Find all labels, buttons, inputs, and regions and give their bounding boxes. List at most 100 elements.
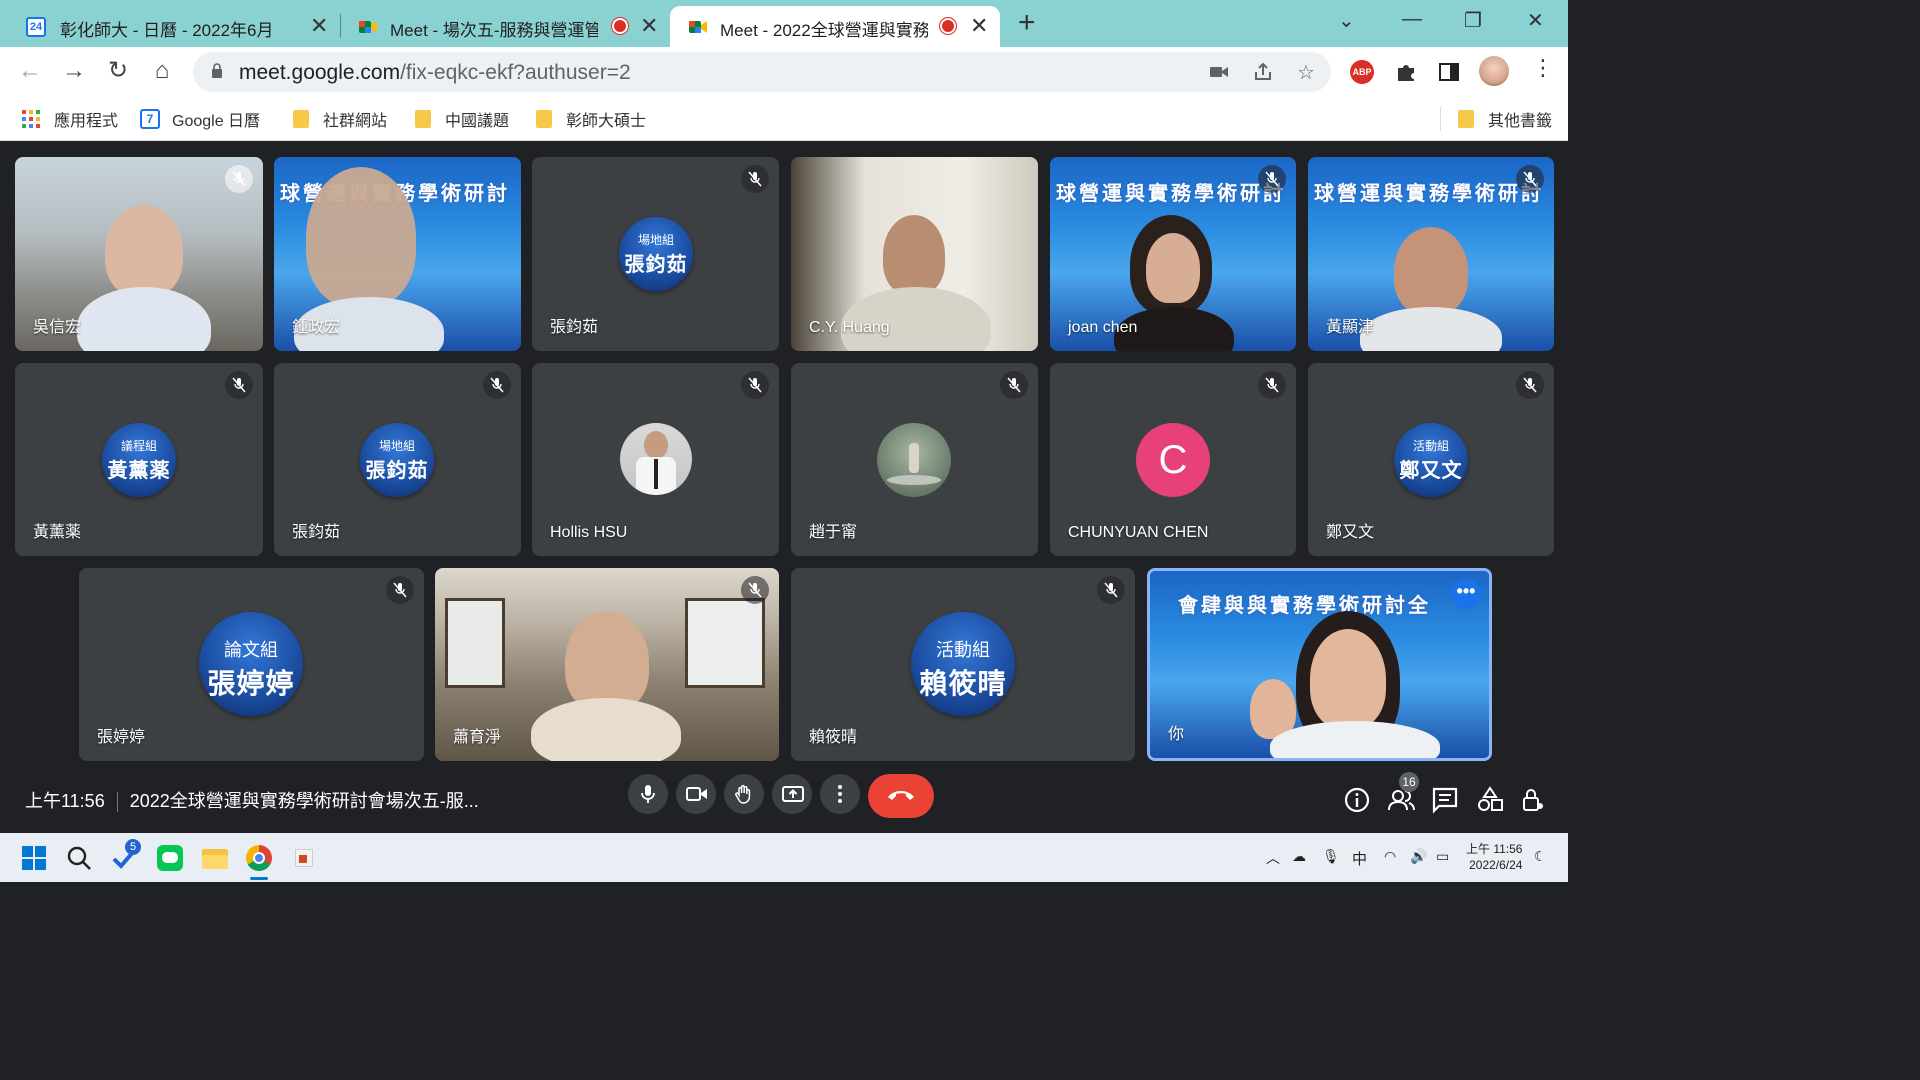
- participant-name: 賴筱晴: [809, 729, 858, 746]
- muted-mic-icon: [1000, 371, 1028, 399]
- raise-hand-button[interactable]: [724, 774, 764, 814]
- avatar-name: 賴筱晴: [919, 668, 1007, 699]
- participant-figure: [1310, 629, 1386, 729]
- address-bar[interactable]: meet.google.com/fix-eqkc-ekf?authuser=2 …: [193, 52, 1331, 92]
- activities-icon[interactable]: [1476, 786, 1504, 814]
- participant-name: 張鈞茹: [292, 524, 341, 541]
- close-tab-icon[interactable]: ✕: [310, 13, 328, 39]
- participant-tile[interactable]: 場地組 張鈞茹 張鈞茹: [274, 363, 521, 556]
- tab-calendar[interactable]: 24 彰化師大 - 日曆 - 2022年6月 ✕: [0, 6, 340, 47]
- participant-tile[interactable]: 蕭育淨: [435, 568, 779, 761]
- bookmark-label: Google 日曆: [172, 113, 261, 130]
- bookmark-apps[interactable]: 應用程式: [22, 107, 118, 131]
- calendar-icon: 7: [140, 109, 160, 129]
- participant-figure: [883, 215, 945, 295]
- camera-permission-icon[interactable]: [1207, 60, 1231, 84]
- tab-title: 彰化師大 - 日曆 - 2022年6月: [60, 21, 274, 40]
- microphone-button[interactable]: [628, 774, 668, 814]
- participant-tile[interactable]: 趙于甯: [791, 363, 1038, 556]
- input-method-indicator[interactable]: 中: [1352, 848, 1367, 869]
- chrome-menu-icon[interactable]: ⋮: [1532, 55, 1554, 81]
- chat-icon[interactable]: [1431, 786, 1459, 814]
- meet-icon: [359, 21, 377, 33]
- tab-meet-session5[interactable]: Meet - 場次五-服務與營運管 ✕: [330, 6, 670, 47]
- powerpoint-icon[interactable]: [291, 845, 317, 871]
- more-options-button[interactable]: [820, 774, 860, 814]
- participant-figure: [531, 698, 681, 761]
- meeting-title: 2022全球營運與實務學術研討會場次五-服...: [129, 791, 479, 811]
- new-tab-button[interactable]: +: [1018, 8, 1036, 38]
- side-panel-icon[interactable]: [1437, 60, 1461, 84]
- participant-name: C.Y. Huang: [809, 319, 890, 336]
- home-button[interactable]: ⌂: [147, 57, 177, 87]
- participant-name: 張鈞茹: [550, 319, 599, 336]
- profile-avatar[interactable]: [1479, 56, 1509, 86]
- muted-mic-icon: [225, 165, 253, 193]
- present-screen-button[interactable]: [772, 774, 812, 814]
- wifi-icon[interactable]: ◠: [1384, 848, 1396, 865]
- minimize-button[interactable]: —: [1402, 8, 1422, 31]
- participant-name: Hollis HSU: [550, 524, 628, 541]
- participant-tile[interactable]: Hollis HSU: [532, 363, 779, 556]
- microphone-tray-icon[interactable]: 🎙: [1322, 848, 1340, 865]
- participant-tile[interactable]: 球營運與實務學術研討 鍾政宏: [274, 157, 521, 351]
- avatar: [620, 423, 692, 495]
- participant-tile[interactable]: 球營運與實務學術研討 joan chen: [1050, 157, 1296, 351]
- muted-mic-icon: [483, 371, 511, 399]
- windows-start-icon[interactable]: [21, 845, 47, 871]
- participant-tile[interactable]: 活動組 鄭又文 鄭又文: [1308, 363, 1554, 556]
- volume-icon[interactable]: 🔊: [1410, 848, 1427, 865]
- bookmark-folder-china[interactable]: 中國議題: [415, 107, 509, 131]
- avatar: 場地組 張鈞茹: [619, 217, 693, 291]
- tab-search-chevron-icon[interactable]: ⌄: [1338, 8, 1355, 33]
- participant-tile[interactable]: 議程組 黃薰薬 黃薰薬: [15, 363, 263, 556]
- more-options-button[interactable]: •••: [1451, 579, 1481, 609]
- host-controls-icon[interactable]: [1518, 786, 1546, 814]
- tab-meet-conference[interactable]: Meet - 2022全球營運與實務 ✕: [670, 6, 1000, 47]
- participant-tile[interactable]: C.Y. Huang: [791, 157, 1038, 351]
- show-hidden-icons[interactable]: ︿: [1266, 848, 1280, 868]
- bookmark-google-calendar[interactable]: 7 Google 日曆: [140, 107, 260, 131]
- participant-tile[interactable]: 場地組 張鈞茹 張鈞茹: [532, 157, 779, 351]
- active-app-indicator: [250, 877, 268, 880]
- browser-toolbar: ← → ↻ ⌂ meet.google.com/fix-eqkc-ekf?aut…: [0, 47, 1568, 97]
- bookmark-folder-masters[interactable]: 彰師大碩士: [536, 107, 646, 131]
- maximize-button[interactable]: ❐: [1464, 8, 1482, 33]
- avatar-name: 黃薰薬: [107, 460, 171, 482]
- adblock-extension-icon[interactable]: ABP: [1350, 60, 1374, 84]
- leave-call-button[interactable]: [868, 774, 934, 818]
- share-icon[interactable]: [1251, 60, 1275, 84]
- participant-tile[interactable]: 活動組 賴筱晴 賴筱晴: [791, 568, 1135, 761]
- bookmark-star-icon[interactable]: ☆: [1294, 60, 1318, 84]
- file-explorer-icon[interactable]: [202, 845, 228, 871]
- bookmark-other[interactable]: 其他書籤: [1458, 107, 1552, 131]
- battery-icon[interactable]: ▭: [1436, 848, 1449, 865]
- participant-tile[interactable]: 球營運與實務學術研討 黃顯津: [1308, 157, 1554, 351]
- extensions-puzzle-icon[interactable]: [1394, 60, 1418, 84]
- close-tab-icon[interactable]: ✕: [640, 13, 658, 39]
- camera-button[interactable]: [676, 774, 716, 814]
- bookmark-folder-social[interactable]: 社群網站: [293, 107, 387, 131]
- back-button[interactable]: ←: [15, 57, 45, 87]
- close-window-button[interactable]: ✕: [1527, 8, 1544, 33]
- chrome-icon[interactable]: [246, 845, 272, 871]
- todo-app-icon[interactable]: 5: [111, 839, 141, 871]
- search-icon[interactable]: [66, 845, 92, 871]
- participant-tile[interactable]: C CHUNYUAN CHEN: [1050, 363, 1296, 556]
- focus-assist-icon[interactable]: ☾: [1534, 848, 1547, 865]
- window-frame: [445, 598, 505, 688]
- participant-tile[interactable]: 論文組 張婷婷 張婷婷: [79, 568, 424, 761]
- meeting-details-icon[interactable]: [1343, 786, 1371, 814]
- folder-icon: [293, 110, 309, 128]
- self-view-tile[interactable]: 會肆與與實務學術研討全 ••• 你: [1147, 568, 1492, 761]
- participant-tile[interactable]: 吳信宏: [15, 157, 263, 351]
- forward-button[interactable]: →: [59, 57, 89, 87]
- avatar: 活動組 鄭又文: [1394, 423, 1468, 497]
- onedrive-icon[interactable]: ☁: [1292, 848, 1306, 865]
- participant-name: 吳信宏: [33, 319, 82, 336]
- line-app-icon[interactable]: [157, 845, 183, 871]
- avatar-name: 張婷婷: [207, 668, 295, 699]
- taskbar-clock[interactable]: 上午 11:56 2022/6/24: [1466, 841, 1522, 873]
- reload-button[interactable]: ↻: [103, 57, 133, 87]
- close-tab-icon[interactable]: ✕: [970, 13, 988, 39]
